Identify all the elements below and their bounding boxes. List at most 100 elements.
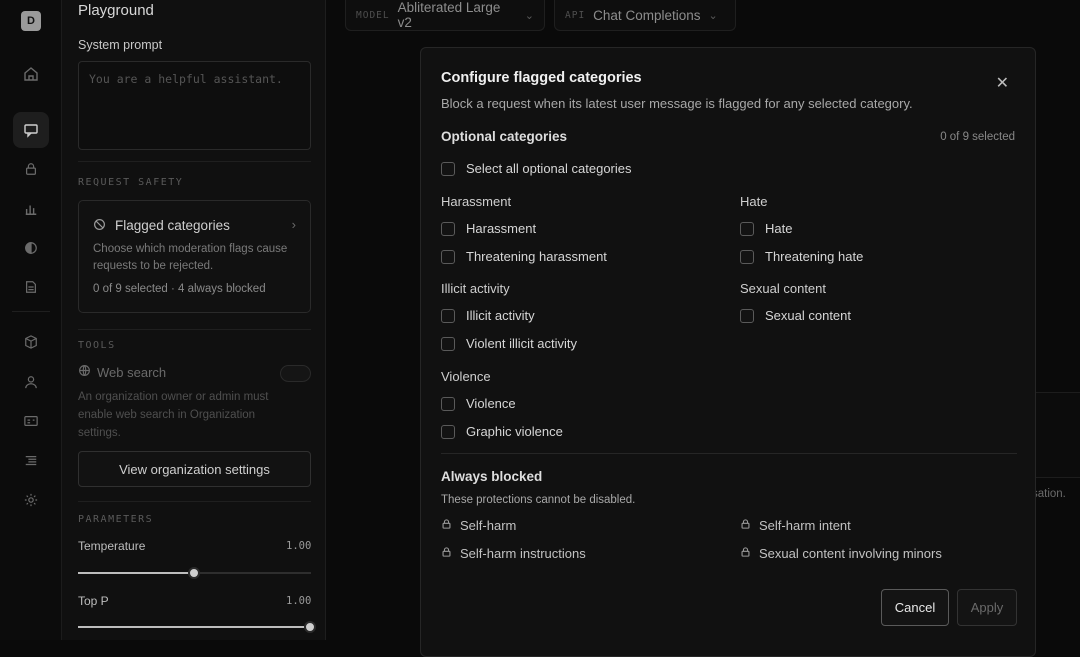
apply-button[interactable]: Apply	[957, 589, 1017, 626]
top-p-slider-fill	[78, 626, 311, 628]
dialog-subtitle: Block a request when its latest user mes…	[441, 96, 913, 111]
blocked-item-label: Sexual content involving minors	[759, 546, 942, 561]
checkbox-threatening-hate[interactable]: Threatening hate	[740, 249, 863, 264]
top-p-slider-handle[interactable]	[304, 621, 316, 633]
settings-gear-icon[interactable]	[13, 482, 49, 518]
checkbox-label: Hate	[765, 221, 793, 236]
checkbox-threatening-harassment[interactable]: Threatening harassment	[441, 249, 607, 264]
blocked-item: Sexual content involving minors	[740, 546, 942, 561]
checkbox-label: Graphic violence	[466, 424, 563, 439]
checkbox-label: Sexual content	[765, 308, 852, 323]
cube-icon[interactable]	[13, 324, 49, 360]
close-icon[interactable]: ✕	[996, 73, 1009, 93]
always-blocked-note: These protections cannot be disabled.	[441, 494, 636, 506]
model-selector[interactable]: MODEL Abliterated Large v2 ⌄	[345, 0, 545, 31]
id-card-icon[interactable]	[13, 403, 49, 439]
playground-sidebar: Playground System prompt You are a helpf…	[62, 0, 326, 640]
select-all-checkbox[interactable]: Select all optional categories	[441, 161, 632, 176]
chat-icon[interactable]	[13, 112, 49, 148]
blocked-item-label: Self-harm	[460, 518, 517, 533]
moderation-icon[interactable]	[13, 230, 49, 266]
checkbox-hate[interactable]: Hate	[740, 221, 792, 236]
chevron-down-icon: ⌄	[524, 9, 534, 22]
web-search-toggle[interactable]	[280, 365, 311, 382]
globe-icon	[78, 364, 91, 380]
document-icon[interactable]	[13, 269, 49, 305]
request-safety-heading: REQUEST SAFETY	[78, 177, 184, 188]
blocked-item: Self-harm	[441, 518, 516, 533]
selected-count: 0 of 9 selected	[940, 131, 1015, 143]
group-label-illicit-activity: Illicit activity	[441, 281, 510, 296]
temperature-value: 1.00	[286, 540, 312, 552]
dialog-divider	[441, 453, 1017, 454]
checkbox-box[interactable]	[740, 221, 754, 236]
checkbox-box[interactable]	[441, 336, 455, 351]
api-value: Chat Completions	[593, 7, 701, 23]
checkbox-box[interactable]	[441, 249, 455, 264]
checkbox-box[interactable]	[441, 308, 455, 323]
section-divider	[78, 161, 311, 162]
checkbox-illicit-activity[interactable]: Illicit activity	[441, 308, 535, 323]
checkbox-violence[interactable]: Violence	[441, 396, 516, 411]
checkbox-label: Harassment	[466, 221, 537, 236]
list-icon[interactable]	[13, 443, 49, 479]
lock-icon[interactable]	[13, 151, 49, 187]
lock-icon	[441, 546, 452, 561]
checkbox-box[interactable]	[740, 249, 754, 264]
checkbox-label: Threatening hate	[765, 249, 864, 264]
checkbox-label: Violent illicit activity	[466, 336, 578, 351]
checkbox-box[interactable]	[441, 424, 455, 439]
temperature-slider[interactable]	[78, 567, 311, 579]
temperature-slider-fill	[78, 572, 195, 574]
page-title: Playground	[78, 2, 154, 19]
checkbox-box[interactable]	[740, 308, 754, 323]
chevron-right-icon: ›	[291, 217, 296, 232]
flagged-categories-card[interactable]: Flagged categories › Choose which modera…	[78, 200, 311, 313]
system-prompt-input[interactable]: You are a helpful assistant.	[78, 61, 311, 150]
chevron-down-icon: ⌄	[708, 9, 718, 22]
user-icon[interactable]	[13, 364, 49, 400]
home-icon[interactable]	[13, 56, 49, 92]
checkbox-box[interactable]	[441, 221, 455, 236]
temperature-label: Temperature	[78, 539, 146, 553]
checkbox-label: Select all optional categories	[466, 161, 632, 176]
api-key: API	[565, 9, 586, 21]
top-p-slider[interactable]	[78, 621, 316, 633]
top-p-value: 1.00	[286, 595, 312, 607]
checkbox-box[interactable]	[441, 396, 455, 411]
flagged-categories-description: Choose which moderation flags cause requ…	[93, 243, 288, 272]
section-divider	[78, 501, 311, 502]
tools-heading: TOOLS	[78, 340, 116, 351]
bar-chart-icon[interactable]	[13, 191, 49, 227]
parameters-heading: PARAMETERS	[78, 514, 154, 525]
group-label-harassment: Harassment	[441, 194, 512, 209]
checkbox-box[interactable]	[441, 161, 455, 176]
background-text: sation.	[1032, 488, 1066, 500]
web-search-label: Web search	[97, 364, 167, 380]
view-organization-settings-button[interactable]: View organization settings	[78, 451, 311, 487]
api-selector[interactable]: API Chat Completions ⌄	[554, 0, 736, 31]
group-label-sexual-content: Sexual content	[740, 281, 827, 296]
system-prompt-label: System prompt	[78, 38, 163, 52]
section-divider	[78, 329, 311, 330]
group-label-violence: Violence	[441, 369, 491, 384]
blocked-item-label: Self-harm intent	[759, 518, 851, 533]
blocked-item-label: Self-harm instructions	[460, 546, 586, 561]
temperature-slider-handle[interactable]	[187, 567, 200, 579]
model-value: Abliterated Large v2	[397, 0, 501, 30]
workspace-logo[interactable]: D	[21, 11, 41, 31]
always-blocked-heading: Always blocked	[441, 469, 543, 484]
model-key: MODEL	[356, 9, 390, 21]
blocked-item: Self-harm intent	[740, 518, 851, 533]
optional-categories-heading: Optional categories	[441, 129, 568, 144]
cancel-button[interactable]: Cancel	[881, 589, 949, 626]
flagged-categories-status: 0 of 9 selected · 4 always blocked	[93, 283, 266, 295]
blocked-item: Self-harm instructions	[441, 546, 586, 561]
checkbox-harassment[interactable]: Harassment	[441, 221, 536, 236]
lock-icon	[740, 546, 751, 561]
checkbox-sexual-content[interactable]: Sexual content	[740, 308, 851, 323]
checkbox-violent-illicit-activity[interactable]: Violent illicit activity	[441, 336, 577, 351]
flagged-categories-title: Flagged categories	[115, 218, 230, 233]
dialog-title: Configure flagged categories	[441, 70, 642, 86]
checkbox-graphic-violence[interactable]: Graphic violence	[441, 424, 563, 439]
